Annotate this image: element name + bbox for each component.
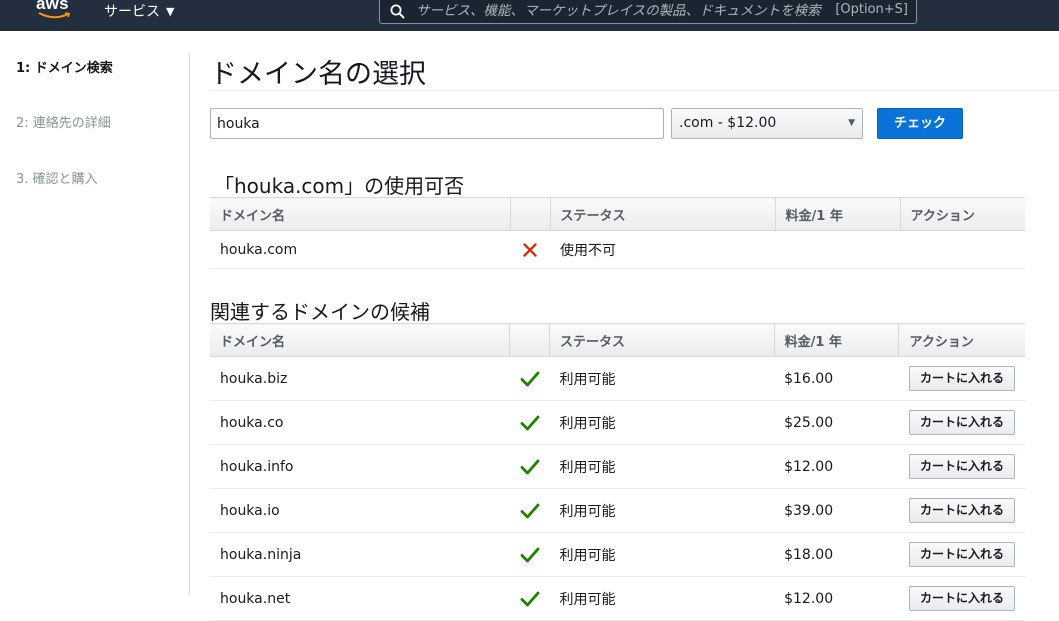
- table-row: houka.net 利用可能 $12.00 カートに入れる: [210, 576, 1025, 621]
- table-row: houka.io 利用可能 $39.00 カートに入れる: [210, 488, 1025, 533]
- services-label: サービス: [104, 4, 160, 20]
- aws-smile-icon: [38, 12, 71, 19]
- wizard-steps-sidebar: 1: ドメイン検索 2: 連絡先の詳細 3. 確認と購入: [0, 31, 189, 595]
- search-input[interactable]: [416, 0, 836, 22]
- caret-down-icon: ▼: [166, 4, 175, 18]
- add-to-cart-button[interactable]: カートに入れる: [908, 410, 1015, 435]
- header-status-icon: [510, 197, 551, 231]
- domain-name-cell: houka.com: [210, 230, 510, 269]
- tld-select[interactable]: .com - $12.00 ▼: [671, 108, 863, 139]
- tld-select-value: .com - $12.00: [679, 115, 777, 131]
- action-cell: カートに入れる: [898, 400, 1025, 445]
- available-check-icon: [520, 415, 539, 430]
- domain-name-cell: houka.io: [210, 488, 510, 533]
- header-action: アクション: [898, 323, 1025, 357]
- header-status: ステータス: [550, 197, 776, 231]
- action-cell: カートに入れる: [898, 356, 1025, 401]
- add-to-cart-button[interactable]: カートに入れる: [908, 454, 1015, 479]
- availability-title: 「houka.com」の使用可否: [214, 174, 465, 198]
- suggestions-title: 関連するドメインの候補: [210, 300, 430, 324]
- search-shortcut-hint: [Option+S]: [835, 2, 908, 17]
- status-cell: 利用可能: [549, 532, 775, 577]
- price-cell: $25.00: [774, 400, 899, 445]
- action-cell: カートに入れる: [898, 532, 1025, 577]
- domain-name-cell: houka.info: [210, 444, 510, 489]
- search-icon: [390, 4, 405, 19]
- price-cell: $12.00: [774, 444, 899, 489]
- add-to-cart-button[interactable]: カートに入れる: [908, 498, 1015, 523]
- available-check-icon: [520, 503, 539, 518]
- price-cell: $39.00: [774, 488, 899, 533]
- aws-logo[interactable]: aws: [36, 0, 72, 20]
- table-row: houka.info 利用可能 $12.00 カートに入れる: [210, 444, 1025, 489]
- domain-name-cell: houka.co: [210, 400, 510, 445]
- suggestions-body: houka.biz 利用可能 $16.00 カートに入れる houka.co 利…: [210, 356, 1025, 621]
- top-nav-bar: aws サービス ▼ [Option+S]: [0, 0, 1059, 31]
- header-domain-name: ドメイン名: [210, 197, 511, 231]
- action-cell: カートに入れる: [898, 488, 1025, 533]
- status-icon-cell: [509, 488, 550, 533]
- check-button[interactable]: チェック: [877, 108, 963, 139]
- global-search-box[interactable]: [Option+S]: [379, 0, 917, 24]
- price-cell: $16.00: [774, 356, 899, 401]
- add-to-cart-button[interactable]: カートに入れる: [908, 542, 1015, 567]
- suggestions-table: ドメイン名 ステータス 料金/1 年 アクション houka.biz 利用可能 …: [210, 323, 1025, 621]
- available-check-icon: [520, 371, 539, 386]
- table-row: houka.biz 利用可能 $16.00 カートに入れる: [210, 356, 1025, 401]
- table-header-row: ドメイン名 ステータス 料金/1 年 アクション: [210, 197, 1025, 231]
- price-cell: $12.00: [774, 576, 899, 621]
- step-domain-search[interactable]: 1: ドメイン検索: [16, 57, 113, 76]
- header-action: アクション: [900, 197, 1025, 231]
- domain-name-cell: houka.net: [210, 576, 510, 621]
- domain-name-cell: houka.ninja: [210, 532, 510, 577]
- header-price: 料金/1 年: [774, 323, 900, 357]
- status-cell: 利用可能: [549, 576, 775, 621]
- add-to-cart-button[interactable]: カートに入れる: [908, 366, 1015, 391]
- header-status-icon: [509, 323, 551, 357]
- status-icon-cell: [509, 576, 550, 621]
- action-cell: カートに入れる: [898, 444, 1025, 489]
- caret-down-icon: ▼: [848, 118, 855, 128]
- table-header-row: ドメイン名 ステータス 料金/1 年 アクション: [210, 323, 1025, 357]
- title-divider: [210, 90, 1059, 91]
- status-cell: 利用可能: [549, 488, 775, 533]
- header-status: ステータス: [549, 323, 775, 357]
- status-icon-cell: [509, 532, 550, 577]
- status-icon-cell: [509, 400, 550, 445]
- status-icon-cell: [509, 356, 550, 401]
- availability-table: ドメイン名 ステータス 料金/1 年 アクション houka.com 使用不可: [210, 197, 1025, 269]
- table-row: houka.com 使用不可: [210, 230, 1025, 269]
- table-row: houka.ninja 利用可能 $18.00 カートに入れる: [210, 532, 1025, 577]
- domain-name-input[interactable]: [210, 108, 664, 139]
- available-check-icon: [520, 459, 539, 474]
- action-cell: カートに入れる: [898, 576, 1025, 621]
- services-menu[interactable]: サービス ▼: [104, 0, 174, 22]
- header-domain-name: ドメイン名: [210, 323, 511, 357]
- add-to-cart-button[interactable]: カートに入れる: [908, 586, 1015, 611]
- sidebar-divider: [189, 53, 190, 595]
- table-row: houka.co 利用可能 $25.00 カートに入れる: [210, 400, 1025, 445]
- step-review-purchase: 3. 確認と購入: [16, 172, 98, 187]
- price-cell: $18.00: [774, 532, 899, 577]
- price-cell: [775, 230, 900, 269]
- status-cell: 使用不可: [550, 230, 775, 269]
- unavailable-x-icon: [523, 242, 537, 257]
- status-icon-cell: [510, 230, 550, 269]
- status-icon-cell: [509, 444, 550, 489]
- header-price: 料金/1 年: [775, 197, 901, 231]
- status-cell: 利用可能: [549, 444, 775, 489]
- available-check-icon: [520, 547, 539, 562]
- status-cell: 利用可能: [549, 400, 775, 445]
- page-title: ドメイン名の選択: [210, 59, 426, 90]
- status-cell: 利用可能: [549, 356, 775, 401]
- step-contact-details: 2: 連絡先の詳細: [16, 116, 111, 131]
- action-cell: [900, 230, 1025, 269]
- available-check-icon: [520, 591, 539, 606]
- domain-name-cell: houka.biz: [210, 356, 510, 401]
